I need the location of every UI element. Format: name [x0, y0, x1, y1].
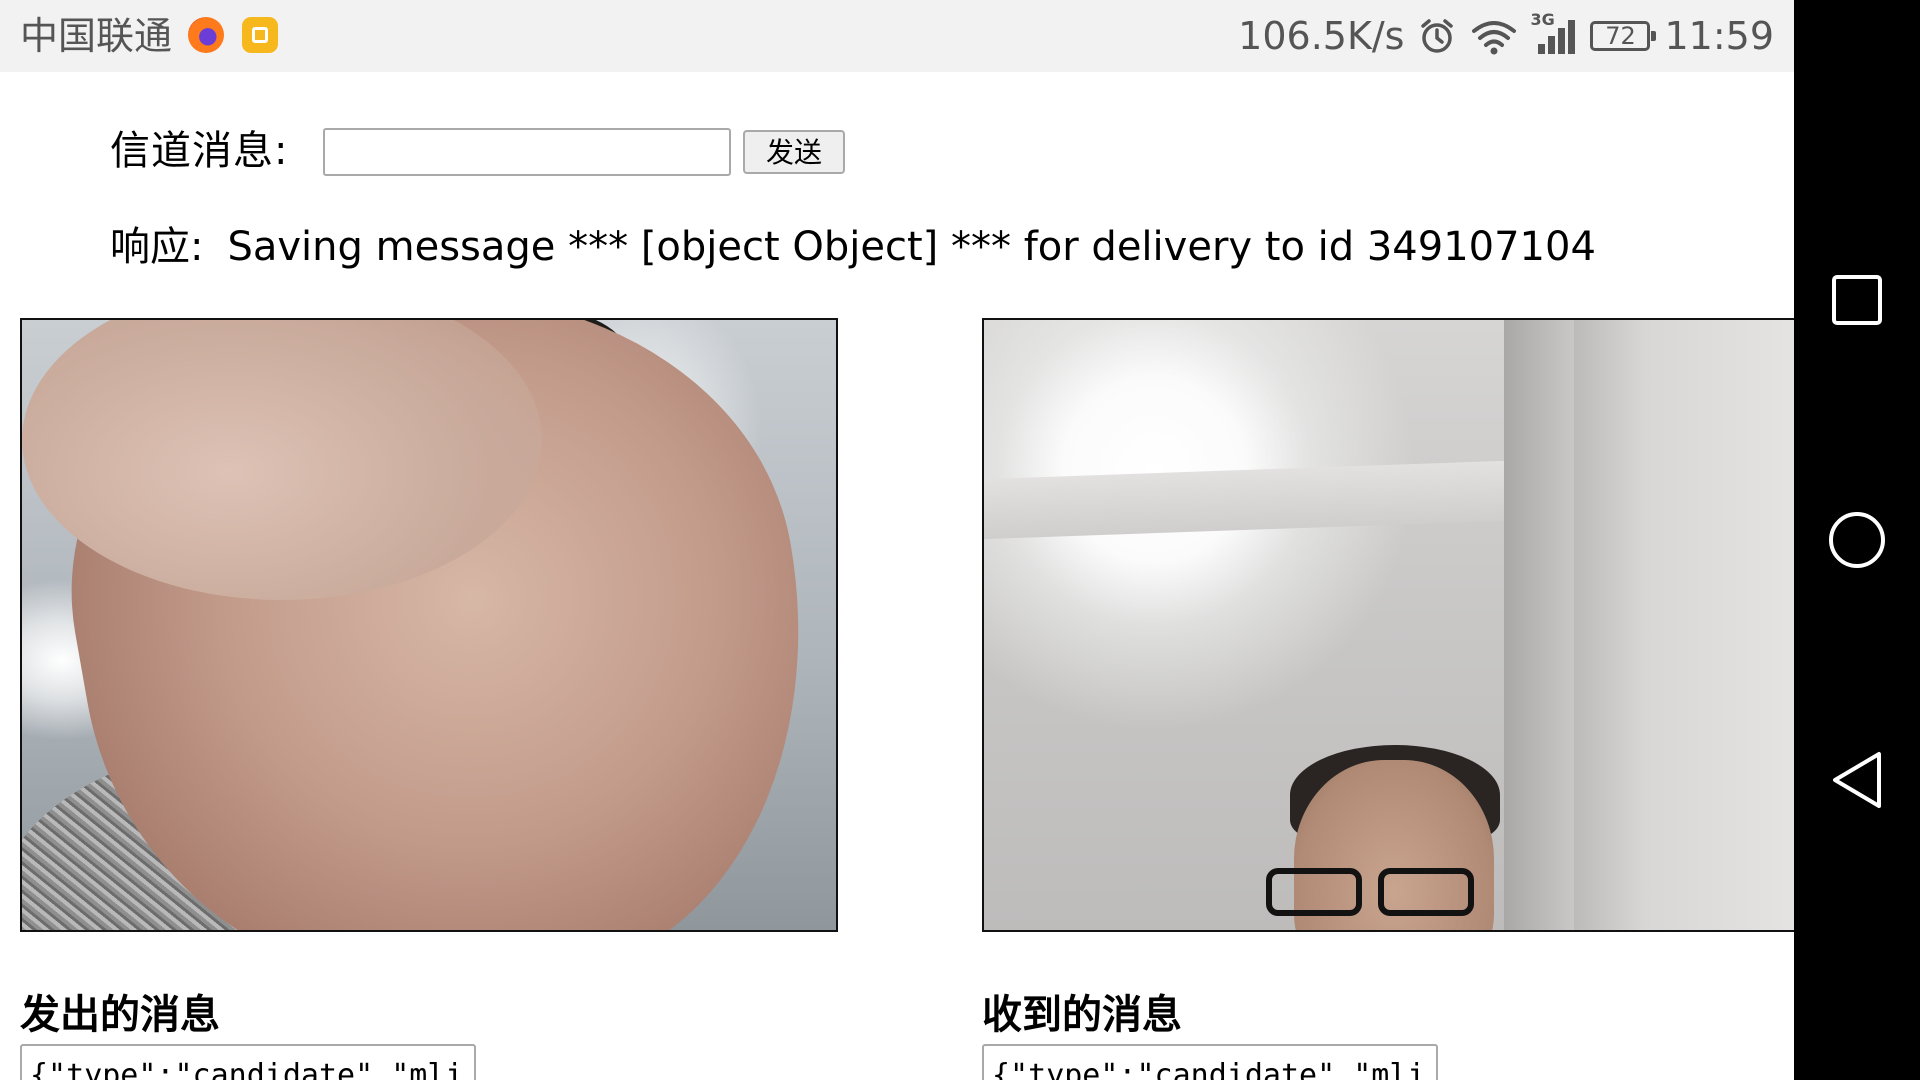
wifi-icon [1470, 17, 1518, 55]
home-button[interactable] [1794, 480, 1920, 600]
sent-messages-title: 发出的消息 [20, 992, 220, 1038]
response-text: Saving message *** [object Object] *** f… [227, 224, 1596, 270]
alarm-icon [1418, 17, 1456, 55]
remote-video [982, 318, 1794, 932]
back-button[interactable] [1794, 720, 1920, 840]
battery-level: 72 [1605, 22, 1636, 50]
battery-icon: 72 [1590, 21, 1657, 51]
response-label: 响应: [110, 224, 204, 270]
square-icon [1832, 275, 1882, 325]
back-triangle-icon [1833, 752, 1881, 808]
local-video [20, 318, 838, 932]
network-speed: 106.5K/s [1238, 14, 1405, 58]
response-row: 响应: Saving message *** [object Object] **… [110, 222, 1596, 272]
circle-icon [1829, 512, 1885, 568]
recent-apps-button[interactable] [1794, 240, 1920, 360]
status-indicators: 106.5K/s 3G 72 11:59 [1238, 10, 1774, 58]
channel-message-row: 信道消息: 发送 [110, 126, 845, 176]
firefox-icon [188, 17, 224, 53]
signal-icon: 3G [1530, 10, 1576, 56]
carrier-name: 中国联通 [20, 14, 173, 58]
send-button[interactable]: 发送 [743, 130, 845, 174]
received-messages-title: 收到的消息 [982, 992, 1182, 1038]
received-messages-textarea[interactable]: {"type":"candidate","mli [982, 1044, 1438, 1080]
channel-message-label: 信道消息: [110, 128, 289, 174]
network-type: 3G [1530, 10, 1555, 29]
channel-message-input[interactable] [323, 128, 731, 176]
status-bar: 中国联通 106.5K/s 3G 72 11:59 [0, 0, 1794, 72]
web-page: 信道消息: 发送 响应: Saving message *** [object O… [0, 72, 1794, 1080]
app-store-icon [242, 17, 278, 53]
sent-messages-textarea[interactable]: {"type":"candidate","mli [20, 1044, 476, 1080]
navigation-bar [1794, 0, 1920, 1080]
clock: 11:59 [1664, 14, 1774, 58]
